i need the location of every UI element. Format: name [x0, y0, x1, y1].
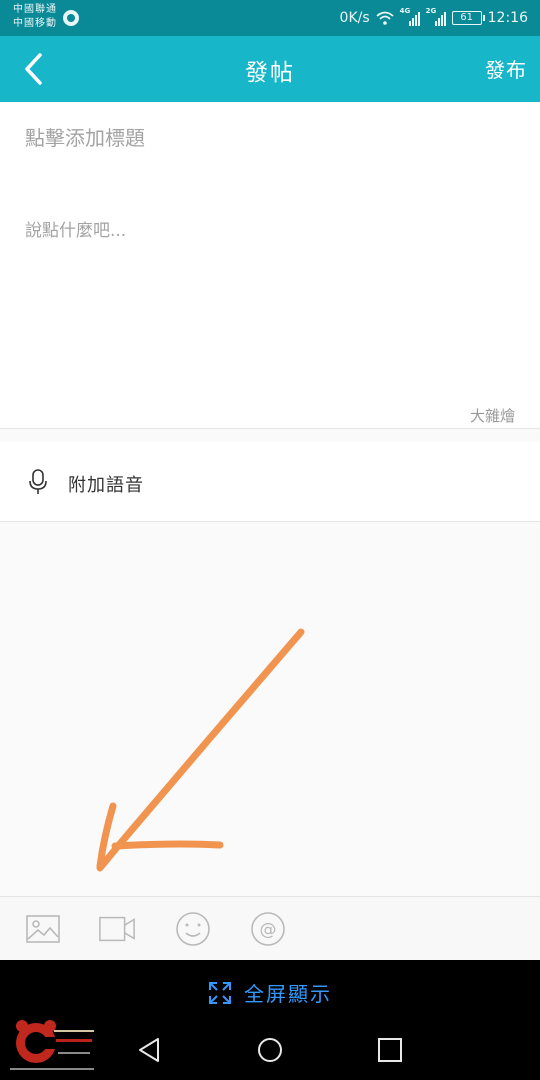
title-input[interactable]	[25, 126, 515, 150]
fullscreen-label: 全屏顯示	[244, 982, 332, 1006]
nav-recents-icon[interactable]	[376, 1036, 404, 1064]
carrier-info: 中國聯通 中國移動	[13, 3, 57, 31]
content-input[interactable]	[25, 216, 515, 386]
signal-4g-icon: 4G	[400, 7, 420, 26]
video-button[interactable]	[98, 911, 136, 947]
wifi-icon	[376, 11, 394, 25]
page-title: 發帖	[245, 60, 295, 86]
attach-voice-row[interactable]: 附加語音	[0, 442, 540, 522]
signal-2g-icon: 2G	[426, 7, 446, 26]
arrow-annotation	[96, 628, 305, 872]
status-indicators: 0K/s 4G 2G 61 12:16	[339, 7, 528, 27]
clock: 12:16	[487, 10, 528, 26]
title-bar: 發帖 發布	[0, 36, 540, 102]
attach-voice-label: 附加語音	[68, 475, 144, 496]
image-icon	[26, 915, 60, 943]
emoji-button[interactable]	[174, 911, 212, 947]
nav-back-icon[interactable]	[136, 1036, 164, 1064]
microphone-icon	[29, 469, 47, 494]
post-editor: 大雜燴	[0, 102, 540, 429]
battery-icon: 61	[451, 11, 485, 25]
network-speed: 0K/s	[339, 10, 370, 26]
image-button[interactable]	[24, 911, 62, 947]
nav-home-icon[interactable]	[256, 1036, 284, 1064]
carrier-2: 中國移動	[13, 18, 57, 29]
fullscreen-button[interactable]: 全屏顯示	[0, 978, 540, 1007]
publish-button[interactable]: 發布	[485, 54, 527, 83]
divider	[0, 428, 540, 429]
sim-badge-icon	[63, 10, 79, 26]
media-toolbar: @	[0, 896, 540, 960]
mention-icon: @	[251, 912, 285, 946]
expand-icon	[209, 981, 231, 1004]
category-label[interactable]: 大雜燴	[470, 405, 515, 426]
svg-text:@: @	[260, 920, 277, 940]
video-icon	[99, 916, 135, 942]
carrier-1: 中國聯通	[13, 4, 57, 15]
emoji-icon	[176, 912, 210, 946]
mention-button[interactable]: @	[249, 911, 287, 947]
status-bar: 中國聯通 中國移動 0K/s 4G 2G 61 12:16	[0, 0, 540, 36]
watermark-logo-icon	[10, 1020, 94, 1070]
